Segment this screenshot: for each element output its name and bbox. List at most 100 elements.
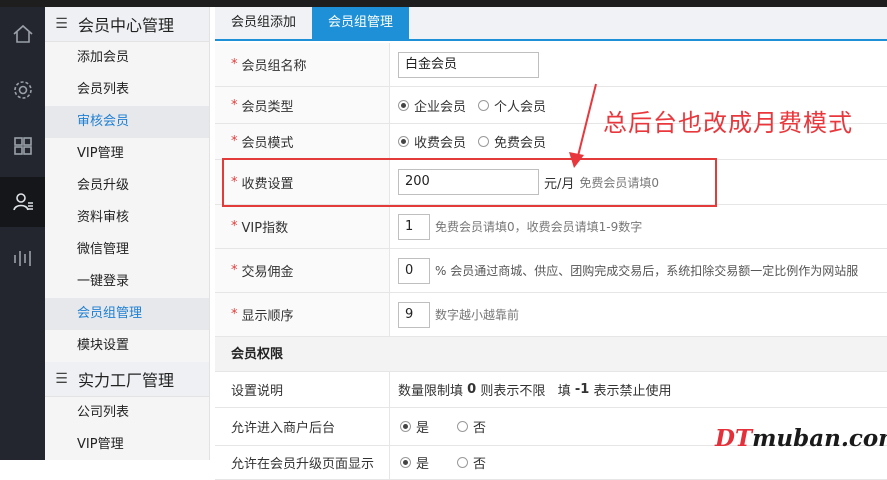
radio-yes[interactable]: 是 — [400, 453, 429, 472]
sidebar-group-label: 实力工厂管理 — [78, 371, 175, 390]
tab-manage-group[interactable]: 会员组管理 — [312, 7, 410, 39]
sidebar-item-member-group[interactable]: 会员组管理 — [45, 298, 209, 330]
field-value: 白金会员 — [390, 51, 887, 78]
radio-no[interactable]: 否 — [457, 417, 486, 436]
label-text: VIP指数 — [241, 221, 289, 236]
field-label: * 会员模式 — [215, 124, 390, 159]
label-text: 允许进入商户后台 — [231, 421, 336, 436]
sidebar-item-profile-review[interactable]: 资料审核 — [45, 202, 209, 234]
watermark-dt: DT — [715, 425, 753, 452]
order-input[interactable]: 9 — [398, 301, 430, 328]
watermark-domain: muban.com — [752, 425, 887, 452]
form-row-desc: 设置说明 数量限制填 0 则表示不限 填 -1 表示禁止使用 — [215, 372, 887, 408]
radio-enterprise[interactable]: 企业会员 — [398, 96, 466, 115]
field-label: 设置说明 — [215, 372, 390, 407]
watermark: DTmuban.com — [715, 425, 887, 452]
annotation-highlight-box — [222, 158, 717, 207]
home-icon[interactable] — [0, 9, 45, 59]
radio-yes[interactable]: 是 — [400, 417, 429, 436]
user-list-icon[interactable] — [0, 177, 45, 227]
desc-text: 数量限制填 — [398, 384, 468, 399]
radio-label: 否 — [473, 421, 487, 436]
radio-label: 个人会员 — [494, 99, 547, 115]
label-text: 显示顺序 — [241, 309, 294, 324]
field-label: * 交易佣金 — [215, 249, 390, 292]
radio-no[interactable]: 否 — [457, 453, 486, 472]
gear-icon[interactable] — [0, 65, 45, 115]
label-text: 设置说明 — [231, 384, 284, 399]
required-mark: * — [231, 263, 238, 278]
field-label: * VIP指数 — [215, 205, 390, 248]
stats-icon[interactable] — [0, 233, 45, 283]
commission-hint: % 会员通过商城、供应、团购完成交易后，系统扣除交易额一定比例作为网站服 — [435, 264, 859, 278]
tab-bar: 会员组添加 会员组管理 — [215, 7, 887, 41]
commission-input[interactable]: 0 — [398, 257, 430, 284]
sidebar-item-add-member[interactable]: 添加会员 — [45, 42, 209, 74]
sidebar-item-company-list[interactable]: 公司列表 — [45, 397, 209, 429]
sidebar-item-review-member[interactable]: 审核会员 — [45, 106, 209, 138]
label-text: 会员类型 — [241, 99, 294, 115]
desc-text: 则表示不限 填 — [476, 384, 575, 399]
field-value: 1 免费会员请填0，收费会员请填1-9数字 — [390, 213, 887, 240]
top-bar — [0, 0, 887, 7]
desc-zero: 0 — [467, 382, 477, 397]
radio-free[interactable]: 免费会员 — [478, 132, 546, 151]
radio-label: 企业会员 — [414, 99, 467, 115]
field-value: 0 % 会员通过商城、供应、团购完成交易后，系统扣除交易额一定比例作为网站服 — [390, 257, 887, 284]
radio-label: 否 — [473, 457, 487, 472]
section-title: 会员权限 — [215, 337, 887, 372]
menu-lines-icon: ☰ — [55, 371, 68, 387]
vip-hint: 免费会员请填0，收费会员请填1-9数字 — [435, 220, 643, 234]
field-value: 数量限制填 0 则表示不限 填 -1 表示禁止使用 — [390, 380, 887, 399]
sidebar-item-module-settings[interactable]: 模块设置 — [45, 330, 209, 362]
sidebar-item-oneclick-login[interactable]: 一键登录 — [45, 266, 209, 298]
radio-circle — [398, 99, 409, 111]
label-text: 会员组名称 — [241, 59, 307, 74]
sidebar-item-wechat[interactable]: 微信管理 — [45, 234, 209, 266]
sidebar-group-member-center[interactable]: ☰ 会员中心管理 — [45, 7, 209, 42]
field-label: * 会员类型 — [215, 87, 390, 123]
form-row-group-name: * 会员组名称 白金会员 — [215, 43, 887, 87]
radio-circle — [478, 99, 490, 111]
radio-circle — [400, 457, 411, 468]
radio-paid[interactable]: 收费会员 — [398, 132, 466, 151]
form-row-order: * 显示顺序 9 数字越小越靠前 — [215, 293, 887, 337]
radio-circle — [398, 136, 409, 147]
radio-label: 是 — [416, 457, 430, 472]
radio-personal[interactable]: 个人会员 — [478, 96, 546, 115]
field-label: 允许在会员升级页面显示 — [215, 446, 390, 479]
required-mark: * — [231, 307, 238, 322]
radio-circle — [400, 421, 411, 432]
order-hint: 数字越小越靠前 — [435, 308, 520, 322]
required-mark: * — [231, 134, 238, 149]
menu-lines-icon: ☰ — [55, 16, 68, 32]
required-mark: * — [231, 57, 238, 72]
group-name-input[interactable]: 白金会员 — [398, 51, 539, 78]
radio-circle — [478, 136, 490, 147]
required-mark: * — [231, 219, 238, 234]
field-value: 9 数字越小越靠前 — [390, 301, 887, 328]
grid-icon[interactable] — [0, 121, 45, 171]
field-label: * 会员组名称 — [215, 43, 390, 86]
label-text: 会员模式 — [241, 136, 294, 151]
field-value: 是 否 — [390, 453, 887, 472]
radio-label: 免费会员 — [494, 136, 547, 151]
radio-label: 是 — [416, 421, 430, 436]
sidebar-item-member-list[interactable]: 会员列表 — [45, 74, 209, 106]
sidebar-item-upgrade[interactable]: 会员升级 — [45, 170, 209, 202]
required-mark: * — [231, 97, 238, 113]
vip-input[interactable]: 1 — [398, 213, 430, 240]
icon-rail — [0, 7, 45, 460]
field-label: 允许进入商户后台 — [215, 408, 390, 445]
radio-circle — [457, 421, 469, 432]
sidebar-group-label: 会员中心管理 — [78, 16, 175, 35]
sidebar-item-vip[interactable]: VIP管理 — [45, 138, 209, 170]
sidebar-group-factory[interactable]: ☰ 实力工厂管理 — [45, 362, 209, 397]
label-text: 允许在会员升级页面显示 — [231, 457, 375, 472]
sidebar: ☰ 会员中心管理 添加会员 会员列表 审核会员 VIP管理 会员升级 资料审核 … — [45, 7, 210, 460]
radio-label: 收费会员 — [414, 136, 467, 151]
tab-add-group[interactable]: 会员组添加 — [215, 7, 312, 39]
annotation-text: 总后台也改成月费模式 — [603, 109, 853, 137]
sidebar-item-factory-vip[interactable]: VIP管理 — [45, 429, 209, 460]
field-label: * 显示顺序 — [215, 293, 390, 336]
